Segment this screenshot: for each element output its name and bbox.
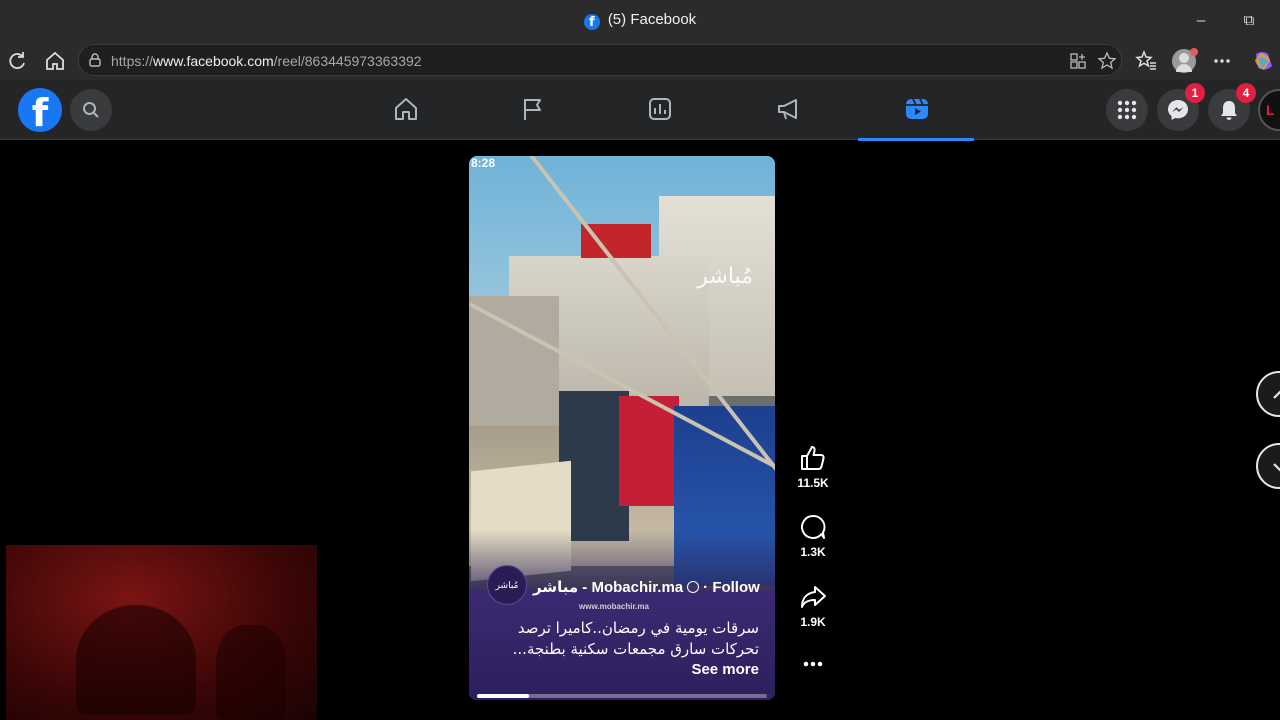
reel-video[interactable]: 8:28 مُباشر مُباشر مباشر - Mobachir.ma · … [469,156,775,700]
lock-icon[interactable] [87,52,103,68]
search-button[interactable] [70,89,112,131]
facebook-favicon-icon: f [583,14,600,30]
account-avatar[interactable]: L [1258,89,1280,131]
flag-icon [524,99,541,120]
address-bar[interactable]: https://www.facebook.com/reel/8634459733… [78,44,1122,76]
next-reel-button[interactable] [1256,443,1280,489]
tab-home[interactable] [347,80,463,140]
follow-button[interactable]: · Follow [703,579,760,596]
tab-ads[interactable] [730,80,846,140]
home-icon[interactable] [42,48,68,74]
video-timestamp: 8:28 [471,156,496,170]
messenger-button[interactable]: 1 [1157,83,1205,131]
favorite-star-icon[interactable] [1097,51,1117,71]
webcam-overlay [6,545,317,720]
facebook-header: f 1 4 L [0,80,1280,141]
site-label: www.mobachir.ma [579,602,649,611]
messenger-icon [1168,100,1188,120]
tab-reels[interactable] [858,80,974,141]
minimize-button[interactable]: – [1188,8,1214,34]
reel-caption: سرقات يومية في رمضان..كاميرا ترصد تحركات… [512,619,759,658]
notifications-button[interactable]: 4 [1208,83,1256,131]
copilot-icon[interactable] [1250,48,1276,74]
more-dots-icon [803,661,823,667]
share-icon [801,586,826,608]
share-action[interactable]: 1.9K [790,583,836,629]
notifications-badge: 4 [1236,83,1256,103]
browser-title-bar: f (5) Facebook – ⧉ [0,0,1280,42]
chevron-down-icon [1273,463,1280,472]
window-title: f (5) Facebook [0,11,1280,30]
reels-icon [906,98,928,119]
search-icon [83,102,99,118]
video-progress-fill [477,694,530,698]
previous-reel-button[interactable] [1256,371,1280,417]
messenger-badge: 1 [1185,83,1205,103]
video-progress-bar[interactable] [477,694,767,698]
favorites-icon[interactable] [1133,48,1159,74]
like-action[interactable]: 11.5K [790,444,836,490]
app-install-icon[interactable] [1069,52,1087,70]
tab-pages[interactable] [474,80,590,140]
like-icon [801,446,825,470]
window-title-text: (5) Facebook [607,11,697,28]
profile-avatar[interactable] [1172,48,1198,73]
page-avatar[interactable]: مُباشر [487,565,527,605]
globe-icon [687,581,700,593]
browser-toolbar: https://www.facebook.com/reel/8634459733… [0,42,1280,80]
menu-button[interactable] [1106,89,1148,131]
comment-icon [801,514,826,539]
chart-icon [649,98,671,120]
bell-icon [1221,101,1237,120]
restore-button[interactable]: ⧉ [1236,8,1262,34]
comment-count: 1.3K [800,545,826,559]
page-name-row: مباشر - Mobachir.ma · Follow [533,578,760,596]
page-name-link[interactable]: مباشر - Mobachir.ma [533,579,683,596]
share-count: 1.9K [800,615,826,629]
video-watermark: مُباشر [697,264,753,289]
see-more-link[interactable]: See more [691,661,759,678]
megaphone-icon [778,99,797,120]
home-icon [395,98,417,120]
chevron-up-icon [1273,390,1280,399]
refresh-icon[interactable] [4,48,30,74]
grid-menu-icon [1117,100,1137,120]
url-text[interactable]: https://www.facebook.com/reel/8634459733… [111,53,422,69]
like-count: 11.5K [797,476,829,490]
more-options-icon[interactable] [1209,48,1235,74]
comment-action[interactable]: 1.3K [790,513,836,559]
facebook-logo[interactable]: f [18,88,62,132]
tab-insights[interactable] [601,80,717,140]
more-action[interactable] [790,656,836,672]
